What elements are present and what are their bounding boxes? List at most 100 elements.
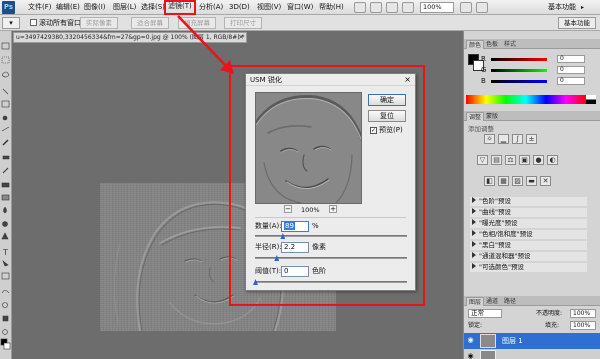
green-value-field[interactable]: 0 [557,66,585,74]
preset-exposure[interactable]: "曝光度"预设 [470,219,587,228]
fit-screen-button[interactable]: 适合屏幕 [131,17,169,29]
invert-icon[interactable]: ◧ [484,176,495,186]
menu-image[interactable]: 图像(I) [83,1,107,14]
tab-layers[interactable]: 图层 [466,297,485,306]
expand-arrow-icon [472,197,476,203]
eye-icon[interactable]: ◉ [466,336,475,345]
blue-value-field[interactable]: 0 [557,77,585,85]
color-balance-icon[interactable]: ⚖ [505,155,516,165]
hand-tool-icon[interactable] [402,2,414,13]
green-slider[interactable] [491,69,547,72]
eye-icon[interactable]: ◉ [466,352,475,359]
screen-mode-icon[interactable] [476,2,488,13]
expand-arrow-icon [472,208,476,214]
layers-panel-tabs: 图层 通道 路径 [464,296,600,306]
menu-window[interactable]: 窗口(W) [286,1,314,14]
menu-file[interactable]: 文件(F) [27,1,53,14]
black-white-ramp[interactable] [586,95,596,104]
brush-tool-icon [2,139,9,146]
tab-paths[interactable]: 路径 [502,297,518,306]
selective-color-icon[interactable]: ✕ [540,176,551,186]
levels-icon[interactable]: ▁ [498,134,509,144]
3d-rotate-tool-icon [1,290,10,294]
menu-select[interactable]: 选择(S) [140,1,166,14]
eraser-tool-icon [1,182,10,188]
expand-arrow-icon [472,252,476,258]
scroll-all-windows-label: 滚动所有窗口 [39,19,81,27]
brightness-contrast-icon[interactable]: ☼ [484,134,495,144]
preset-black-white[interactable]: "黑白"预设 [470,241,587,250]
channel-mixer-icon[interactable]: ◐ [547,155,558,165]
workspace-switcher[interactable]: 基本功能 [558,17,596,29]
red-value-field[interactable]: 0 [557,55,585,63]
bridge-icon[interactable] [354,2,366,13]
3d-orbit-tool-icon [2,302,8,308]
menu-edit[interactable]: 编辑(E) [55,1,81,14]
menu-bar: Ps 文件(F) 编辑(E) 图像(I) 图层(L) 选择(S) 滤镜(T) 分… [0,0,600,15]
blue-channel-label: B [481,77,486,85]
black-white-icon[interactable]: ▣ [519,155,530,165]
menu-help[interactable]: 帮助(H) [318,1,345,14]
workspace-arrow-icon[interactable]: ▸ [581,2,584,13]
photo-filter-icon[interactable]: ● [533,155,544,165]
menu-view[interactable]: 视图(V) [256,1,282,14]
layer-thumbnail [480,350,496,359]
path-select-tool-icon [2,260,9,267]
tab-styles[interactable]: 样式 [502,40,518,49]
zoom-level-field[interactable]: 100% [420,2,454,13]
view-extras-icon[interactable] [386,2,398,13]
gradient-map-icon[interactable]: ▬ [526,176,537,186]
layer-thumbnail [480,334,496,348]
posterize-icon[interactable]: ▦ [498,176,509,186]
blue-slider[interactable] [491,80,547,83]
options-bar: ▾ 滚动所有窗口 实际像素 适合屏幕 填充屏幕 打印尺寸 基本功能 [0,15,600,31]
tool-icons[interactable]: T [0,31,12,359]
preset-levels[interactable]: "色阶"预设 [470,197,587,206]
tab-masks[interactable]: 蒙版 [484,112,500,121]
marquee-tool-icon [1,56,10,64]
tab-channels[interactable]: 通道 [484,297,500,306]
opacity-label: 不透明度: [536,310,563,317]
blend-mode-select[interactable]: 正常 [468,309,502,318]
layer-name: 图层 1 [502,337,523,345]
exposure-icon[interactable]: ± [526,134,537,144]
preset-channel-mixer[interactable]: "通道混和器"预设 [470,252,587,261]
vibrance-icon[interactable]: ▽ [477,155,488,165]
tab-swatches[interactable]: 色板 [484,40,500,49]
curves-icon[interactable]: ∫ [512,134,523,144]
tool-preset-picker[interactable]: ▾ [2,17,20,29]
lock-label: 锁定: [468,322,483,329]
tools-panel: T [0,31,12,359]
gradient-tool-icon [1,194,10,201]
actual-pixels-button[interactable]: 实际像素 [80,17,118,29]
type-tool-icon: T [2,248,8,257]
healing-brush-tool-icon [1,126,10,132]
menu-layer[interactable]: 图层(L) [112,1,137,14]
opacity-field[interactable]: 100% [570,309,596,318]
tab-adjustments[interactable]: 调整 [466,112,485,121]
workspace-label[interactable]: 基本功能 [548,2,576,13]
tab-color[interactable]: 颜色 [466,40,485,49]
layer-row[interactable]: ◉ 图层 1 [464,333,600,349]
dialog-highlight-box [229,65,425,306]
layer-row[interactable]: ◉ [464,349,600,359]
fill-field[interactable]: 100% [570,321,596,330]
threshold-adjust-icon[interactable]: ▨ [512,176,523,186]
zoom-tool-icon [2,329,8,335]
background-color-swatch [3,342,11,350]
red-slider[interactable] [491,58,547,61]
mini-bridge-icon[interactable] [370,2,382,13]
fill-label: 填充: [545,322,560,329]
hue-saturation-icon[interactable]: ▤ [491,155,502,165]
preset-selective-color[interactable]: "可选颜色"预设 [470,263,587,272]
preset-hue-saturation[interactable]: "色相/饱和度"预设 [470,230,587,239]
color-panel-tabs: 颜色 色板 样式 [464,39,600,49]
eyedropper-tool-icon [2,115,8,121]
color-spectrum-bar[interactable] [466,95,586,104]
move-tool-icon [1,42,10,50]
arrange-documents-icon[interactable] [460,2,472,13]
green-channel-label: G [481,66,487,74]
preset-curves[interactable]: "曲线"预设 [470,208,587,217]
scroll-all-windows-checkbox[interactable] [30,19,37,26]
expand-arrow-icon [472,241,476,247]
